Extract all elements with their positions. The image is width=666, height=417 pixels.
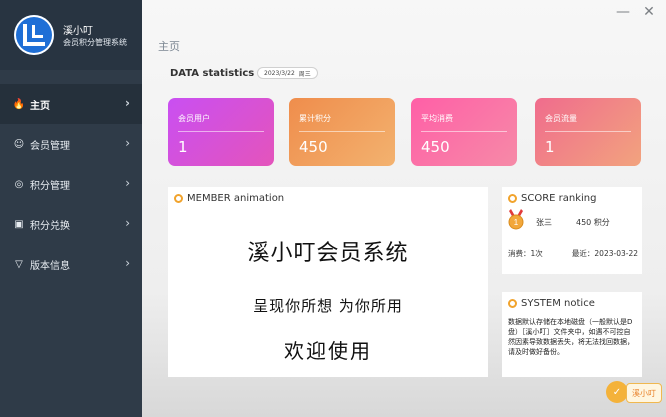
member-welcome: 欢迎使用 (284, 339, 372, 363)
stat-label: 累计积分 (299, 114, 331, 123)
sidebar-item-version[interactable]: ▽ 版本信息 › (0, 244, 142, 284)
stat-label: 平均消费 (421, 114, 453, 123)
app-name: 溪小叮 (63, 26, 93, 37)
weekday-text: 周三 (298, 70, 311, 78)
corner-logo: ✓ 溪小叮 (576, 381, 662, 407)
stats-title: DATA statistics (170, 68, 255, 79)
gift-icon: ▣ (14, 218, 24, 230)
chevron-right-icon: › (125, 256, 130, 270)
sidebar: 溪小叮 会员积分管理系统 🔥 主页 › ☺ 会员管理 › ◎ 积分管理 › ▣ … (0, 0, 142, 417)
stat-card-traffic: 会员流量 1 (535, 98, 641, 166)
main-content: — ✕ 主页 DATA statistics 2023/3/22 周三 会员用户… (142, 0, 666, 417)
stat-value: 450 (421, 138, 450, 156)
brand-header: 溪小叮 会员积分管理系统 (0, 0, 142, 70)
chevron-right-icon: › (125, 216, 130, 230)
members-icon: ☺ (13, 138, 25, 150)
score-recent: 最近：2023-03-22 (571, 249, 638, 258)
circle-bullet-icon (508, 299, 517, 308)
member-panel-title: MEMBER animation (187, 193, 285, 204)
stat-divider (178, 131, 264, 132)
stat-divider (299, 131, 385, 132)
corner-logo-text: 溪小叮 (626, 383, 662, 403)
sidebar-item-label: 主页 (30, 100, 50, 112)
sidebar-item-label: 积分兑换 (30, 220, 70, 232)
stat-label: 会员用户 (178, 114, 210, 123)
logo-badge-icon: ✓ (606, 381, 628, 403)
score-consume: 消费：1次 (508, 249, 543, 258)
sidebar-menu: 🔥 主页 › ☺ 会员管理 › ◎ 积分管理 › ▣ 积分兑换 › ▽ 版本信息… (0, 84, 142, 284)
page-title: 主页 (158, 40, 180, 53)
score-panel: SCORE ranking 1 张三 450 积分 消费：1次 最近：2023-… (502, 187, 642, 274)
sidebar-item-points[interactable]: ◎ 积分管理 › (0, 164, 142, 204)
member-panel: MEMBER animation 溪小叮会员系统 呈现你所想 为你所用 欢迎使用 (168, 187, 488, 377)
close-button[interactable]: ✕ (642, 4, 656, 20)
sidebar-item-label: 版本信息 (30, 260, 70, 272)
sidebar-item-home[interactable]: 🔥 主页 › (0, 84, 142, 124)
minimize-button[interactable]: — (616, 4, 630, 20)
member-headline: 溪小叮会员系统 (247, 241, 409, 266)
app-logo (14, 15, 54, 55)
circle-bullet-icon (174, 194, 183, 203)
system-panel: SYSTEM notice 数据默认存储在本地磁盘（一般默认是D盘）［溪小叮］文… (502, 292, 642, 377)
system-panel-header: SYSTEM notice (508, 298, 595, 309)
member-panel-header: MEMBER animation (174, 193, 284, 204)
stat-card-members: 会员用户 1 (168, 98, 274, 166)
stat-value: 1 (178, 138, 188, 156)
chevron-right-icon: › (125, 136, 130, 150)
stat-card-average-spend: 平均消费 450 (411, 98, 517, 166)
member-tagline: 呈现你所想 为你所用 (253, 297, 403, 315)
score-panel-header: SCORE ranking (508, 193, 596, 204)
stat-label: 会员流量 (545, 114, 577, 123)
sidebar-item-label: 会员管理 (30, 140, 70, 152)
coin-icon: ◎ (14, 178, 24, 190)
sidebar-item-members[interactable]: ☺ 会员管理 › (0, 124, 142, 164)
app-subtitle: 会员积分管理系统 (63, 38, 127, 47)
stat-divider (421, 131, 507, 132)
stat-card-total-points: 累计积分 450 (289, 98, 395, 166)
stat-divider (545, 131, 631, 132)
score-name: 张三 (536, 218, 552, 227)
medal-icon: 1 (508, 209, 524, 230)
fire-icon: 🔥 (12, 98, 26, 110)
score-meta: 消费：1次 最近：2023-03-22 (508, 248, 638, 259)
stat-value: 450 (299, 138, 328, 156)
chevron-right-icon: › (125, 176, 130, 190)
circle-bullet-icon (508, 194, 517, 203)
system-notice-text: 数据默认存储在本地磁盘（一般默认是D盘）［溪小叮］文件夹中，如遇不可控自然因素导… (508, 318, 634, 357)
date-text: 2023/3/22 (264, 69, 295, 77)
logo-mark-icon (23, 24, 45, 46)
sidebar-item-label: 积分管理 (30, 180, 70, 192)
score-panel-title: SCORE ranking (521, 193, 597, 204)
window-controls: — ✕ (616, 4, 656, 20)
chevron-right-icon: › (125, 96, 130, 110)
score-points: 450 积分 (576, 218, 610, 227)
sidebar-item-exchange[interactable]: ▣ 积分兑换 › (0, 204, 142, 244)
system-panel-title: SYSTEM notice (521, 298, 595, 309)
version-icon: ▽ (15, 258, 23, 270)
stat-value: 1 (545, 138, 555, 156)
date-badge: 2023/3/22 周三 (257, 67, 318, 79)
svg-text:1: 1 (514, 218, 519, 227)
